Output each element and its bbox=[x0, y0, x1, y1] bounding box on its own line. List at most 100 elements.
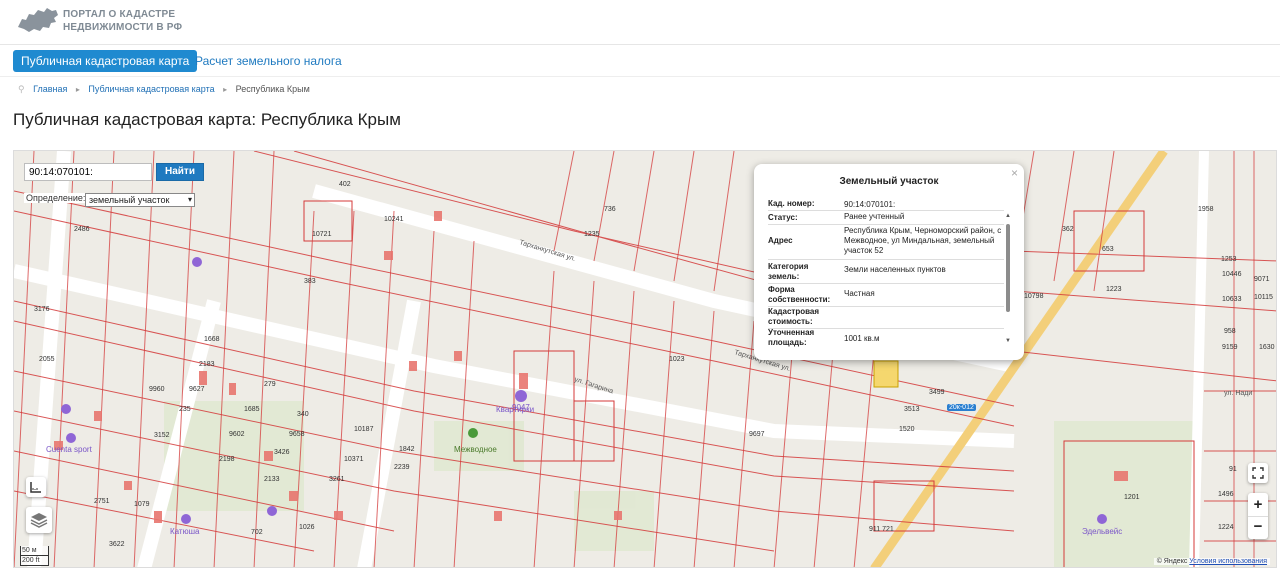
svg-text:10446: 10446 bbox=[1222, 271, 1242, 278]
breadcrumb-home[interactable]: Главная bbox=[33, 84, 67, 94]
svg-text:10633: 10633 bbox=[1222, 296, 1242, 303]
cadastral-map[interactable]: 10721 383 402 10241 2486 3176 2055 1668 2183 9… bbox=[13, 150, 1277, 568]
svg-text:1235: 1235 bbox=[584, 231, 600, 238]
popup-row: Адрес Республика Крым, Черноморский райо… bbox=[768, 225, 1004, 260]
poi-label[interactable]: Cuenta sport bbox=[46, 445, 92, 454]
svg-text:9697: 9697 bbox=[749, 431, 765, 438]
popup-value: 1001 кв.м bbox=[844, 334, 880, 343]
popup-key: Категория земель: bbox=[768, 262, 809, 281]
popup-scrollbar[interactable] bbox=[1006, 224, 1010, 312]
svg-text:3152: 3152 bbox=[154, 432, 170, 439]
chevron-down-icon: ▾ bbox=[187, 195, 192, 204]
svg-text:3622: 3622 bbox=[109, 541, 125, 548]
russia-map-icon[interactable] bbox=[16, 5, 60, 35]
svg-text:9071: 9071 bbox=[1254, 276, 1270, 283]
svg-text:1630: 1630 bbox=[1259, 344, 1275, 351]
logo-text[interactable]: ПОРТАЛ О КАДАСТРЕ НЕДВИЖИМОСТИ В РФ bbox=[63, 8, 182, 34]
svg-text:3426: 3426 bbox=[274, 449, 290, 456]
svg-text:1842: 1842 bbox=[399, 446, 415, 453]
ruler-icon bbox=[30, 482, 41, 493]
popup-row: Уточненная площадь: 1001 кв.м bbox=[768, 328, 1004, 349]
popup-row: Категория земель: Земли населенных пункт… bbox=[768, 260, 1004, 284]
fullscreen-button[interactable] bbox=[1248, 463, 1268, 483]
svg-text:279: 279 bbox=[264, 381, 276, 388]
svg-text:2055: 2055 bbox=[39, 356, 55, 363]
svg-text:3176: 3176 bbox=[34, 306, 50, 313]
page-title: Публичная кадастровая карта: Республика … bbox=[13, 110, 401, 129]
popup-key: Статус: bbox=[768, 213, 798, 222]
svg-text:1668: 1668 bbox=[204, 336, 220, 343]
zoom-out-button[interactable]: − bbox=[1248, 517, 1268, 539]
svg-text:1079: 1079 bbox=[134, 501, 150, 508]
scroll-up-icon[interactable]: ▲ bbox=[1005, 213, 1011, 219]
svg-text:340: 340 bbox=[297, 411, 309, 418]
chevron-right-icon: ▸ bbox=[223, 85, 228, 94]
map-canvas[interactable]: 10721 383 402 10241 2486 3176 2055 1668 2183 9… bbox=[14, 151, 1277, 568]
popup-value: Частная bbox=[844, 289, 875, 298]
svg-text:736: 736 bbox=[604, 206, 616, 213]
popup-key: Адрес bbox=[768, 236, 793, 245]
poi-label[interactable]: Катюша bbox=[170, 527, 199, 536]
definition-label: Определение: bbox=[24, 193, 88, 203]
terms-link[interactable]: Условия использования bbox=[1189, 558, 1267, 565]
svg-text:402: 402 bbox=[339, 181, 351, 188]
layers-button[interactable] bbox=[26, 507, 52, 533]
svg-text:1496: 1496 bbox=[1218, 491, 1234, 498]
svg-text:383: 383 bbox=[304, 278, 316, 285]
breadcrumb: ⚲ Главная ▸ Публичная кадастровая карта … bbox=[18, 84, 310, 95]
svg-text:958: 958 bbox=[1224, 328, 1236, 335]
popup-row: Форма собственности: Частная bbox=[768, 284, 1004, 307]
svg-text:3261: 3261 bbox=[329, 476, 345, 483]
poi-label[interactable]: Эдельвейс bbox=[1082, 527, 1122, 536]
zoom-in-button[interactable]: + bbox=[1248, 493, 1268, 517]
tab-cadastral-map[interactable]: Публичная кадастровая карта bbox=[13, 50, 198, 72]
logo-line-2: НЕДВИЖИМОСТИ В РФ bbox=[63, 22, 183, 33]
breadcrumb-current: Республика Крым bbox=[235, 84, 310, 94]
map-attribution: © Яндекс Условия использования bbox=[1153, 558, 1270, 565]
ruler-button[interactable] bbox=[26, 477, 46, 497]
scroll-down-icon[interactable]: ▼ bbox=[1005, 338, 1011, 344]
svg-text:2198: 2198 bbox=[219, 456, 235, 463]
road-number-badge: 20к-012 bbox=[947, 404, 976, 411]
svg-text:2486: 2486 bbox=[74, 226, 90, 233]
cadastral-number-input[interactable] bbox=[24, 163, 152, 181]
popup-title: Земельный участок bbox=[839, 176, 939, 187]
map-scale: 50 м 200 ft bbox=[20, 546, 49, 566]
svg-text:1201: 1201 bbox=[1124, 494, 1140, 501]
svg-text:911 721: 911 721 bbox=[869, 526, 894, 533]
popup-row: Кад. номер: 90:14:070101: bbox=[768, 199, 1004, 211]
popup-key: Кад. номер: bbox=[768, 199, 815, 208]
popup-key: Уточненная площадь: bbox=[768, 328, 815, 347]
popup-key: Форма собственности: bbox=[768, 285, 831, 304]
definition-select[interactable]: земельный участок ▾ bbox=[85, 193, 195, 207]
svg-text:1958: 1958 bbox=[1198, 206, 1214, 213]
svg-text:9627: 9627 bbox=[189, 386, 205, 393]
svg-text:10721: 10721 bbox=[312, 231, 332, 238]
svg-text:9960: 9960 bbox=[149, 386, 165, 393]
svg-text:702: 702 bbox=[251, 529, 263, 536]
svg-text:2751: 2751 bbox=[94, 498, 110, 505]
svg-text:91: 91 bbox=[1229, 466, 1237, 473]
svg-text:2239: 2239 bbox=[394, 464, 410, 471]
svg-text:1253: 1253 bbox=[1221, 256, 1237, 263]
find-button[interactable]: Найти bbox=[156, 163, 204, 181]
poi-label[interactable]: Квартирки bbox=[496, 405, 534, 414]
scale-metric: 50 м bbox=[20, 546, 49, 556]
main-nav: Публичная кадастровая карта Расчет земел… bbox=[0, 46, 1280, 77]
popup-value: Ранее учтенный bbox=[844, 212, 905, 221]
svg-text:2133: 2133 bbox=[264, 476, 280, 483]
parcel-info-popup: × Земельный участок Кад. номер: 90:14:07… bbox=[754, 164, 1024, 360]
popup-row: Кадастровая стоимость: bbox=[768, 307, 1004, 329]
svg-text:9602: 9602 bbox=[229, 431, 245, 438]
svg-text:3499: 3499 bbox=[929, 389, 945, 396]
location-pin-icon: ⚲ bbox=[18, 84, 25, 94]
fullscreen-icon bbox=[1252, 467, 1264, 479]
svg-text:1520: 1520 bbox=[899, 426, 915, 433]
svg-text:10187: 10187 bbox=[354, 426, 374, 433]
poi-label[interactable]: Межводное bbox=[454, 445, 497, 454]
layers-icon bbox=[30, 513, 48, 528]
popup-value: Республика Крым, Черноморский район, с М… bbox=[844, 226, 1002, 255]
svg-text:1685: 1685 bbox=[244, 406, 260, 413]
tab-land-tax[interactable]: Расчет земельного налога bbox=[187, 50, 350, 72]
breadcrumb-cadastral-map[interactable]: Публичная кадастровая карта bbox=[88, 84, 214, 94]
